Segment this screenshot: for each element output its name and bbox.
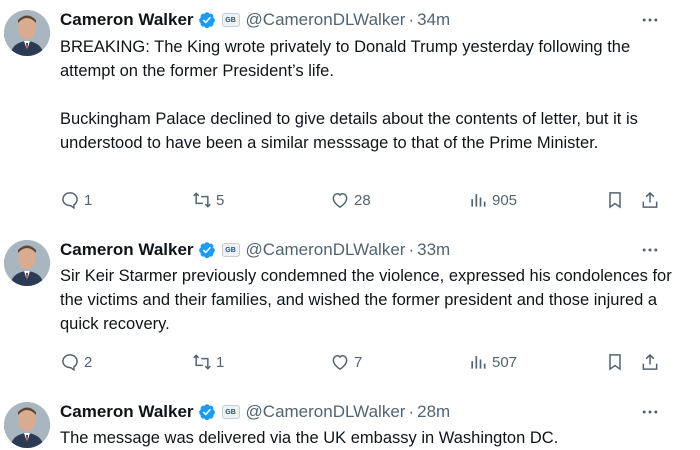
avatar-image — [4, 402, 50, 448]
more-horizontal-icon[interactable] — [638, 8, 662, 32]
tweet-thread: Cameron Walker GB @CameronDLWalker · 34m… — [0, 0, 700, 450]
reply-count: 1 — [84, 191, 93, 209]
avatar[interactable] — [4, 10, 50, 56]
avatar-image — [4, 240, 50, 286]
affiliation-badge[interactable]: GB — [221, 13, 240, 27]
separator: · — [408, 402, 415, 421]
timestamp[interactable]: 33m — [417, 240, 450, 260]
tweet-paragraph: The message was delivered via the UK emb… — [60, 429, 559, 447]
share-button[interactable] — [640, 350, 660, 374]
action-bar: 2 1 7 507 — [60, 350, 670, 374]
tweet-text: The message was delivered via the UK emb… — [60, 426, 680, 450]
heart-icon — [332, 192, 348, 208]
views-button[interactable]: 905 — [468, 188, 517, 212]
verified-badge-icon — [198, 404, 215, 421]
tweet-header: Cameron Walker GB @CameronDLWalker · 33m — [60, 238, 450, 262]
views-count: 507 — [492, 353, 518, 371]
separator: · — [408, 240, 415, 259]
tweet[interactable]: Cameron Walker GB @CameronDLWalker · 33m… — [0, 238, 700, 383]
views-chart-icon — [471, 194, 486, 207]
avatar[interactable] — [4, 240, 50, 286]
affiliation-badge[interactable]: GB — [221, 243, 240, 257]
like-button[interactable]: 28 — [330, 188, 371, 212]
share-icon — [642, 353, 658, 370]
verified-badge-icon — [198, 242, 215, 259]
share-button[interactable] — [640, 188, 660, 212]
repost-count: 5 — [216, 191, 225, 209]
tweet[interactable]: Cameron Walker GB @CameronDLWalker · 34m… — [0, 8, 700, 220]
bookmark-button[interactable] — [605, 350, 625, 374]
repost-button[interactable]: 5 — [192, 188, 224, 212]
verified-badge-icon — [198, 12, 215, 29]
timestamp[interactable]: 34m — [417, 10, 450, 30]
author-handle[interactable]: @CameronDLWalker — [246, 402, 406, 422]
tweet-text: BREAKING: The King wrote privately to Do… — [60, 35, 680, 155]
bookmark-icon — [609, 192, 621, 209]
like-count: 7 — [354, 353, 363, 371]
timestamp[interactable]: 28m — [417, 402, 450, 422]
heart-icon — [332, 354, 348, 370]
reply-icon — [62, 354, 78, 372]
views-count: 905 — [492, 191, 518, 209]
tweet-paragraph: BREAKING: The King wrote privately to Do… — [60, 38, 631, 80]
share-icon — [642, 191, 658, 208]
tweet-paragraph: Buckingham Palace declined to give detai… — [60, 110, 638, 152]
like-button[interactable]: 7 — [330, 350, 362, 374]
repost-button[interactable]: 1 — [192, 350, 224, 374]
reply-icon — [62, 192, 78, 210]
tweet-header: Cameron Walker GB @CameronDLWalker · 34m — [60, 8, 450, 32]
views-chart-icon — [471, 356, 486, 369]
reply-count: 2 — [84, 353, 93, 371]
tweet-header: Cameron Walker GB @CameronDLWalker · 28m — [60, 400, 450, 424]
tweet[interactable]: Cameron Walker GB @CameronDLWalker · 28m… — [0, 400, 700, 450]
repost-count: 1 — [216, 353, 225, 371]
author-handle[interactable]: @CameronDLWalker — [246, 240, 406, 260]
bookmark-icon — [609, 354, 621, 371]
tweet-paragraph: Sir Keir Starmer previously condemned th… — [60, 267, 672, 333]
views-button[interactable]: 507 — [468, 350, 517, 374]
separator: · — [408, 10, 415, 29]
bookmark-button[interactable] — [605, 188, 625, 212]
author-name[interactable]: Cameron Walker — [60, 402, 194, 422]
reply-button[interactable]: 2 — [60, 350, 92, 374]
tweet-text: Sir Keir Starmer previously condemned th… — [60, 264, 680, 336]
action-bar: 1 5 28 905 — [60, 188, 670, 212]
repost-icon — [193, 354, 211, 370]
author-name[interactable]: Cameron Walker — [60, 10, 194, 30]
author-handle[interactable]: @CameronDLWalker — [246, 10, 406, 30]
like-count: 28 — [354, 191, 371, 209]
affiliation-badge[interactable]: GB — [221, 405, 240, 419]
reply-button[interactable]: 1 — [60, 188, 92, 212]
repost-icon — [193, 192, 211, 208]
avatar[interactable] — [4, 402, 50, 448]
avatar-image — [4, 10, 50, 56]
more-horizontal-icon[interactable] — [638, 238, 662, 262]
more-horizontal-icon[interactable] — [638, 400, 662, 424]
author-name[interactable]: Cameron Walker — [60, 240, 194, 260]
